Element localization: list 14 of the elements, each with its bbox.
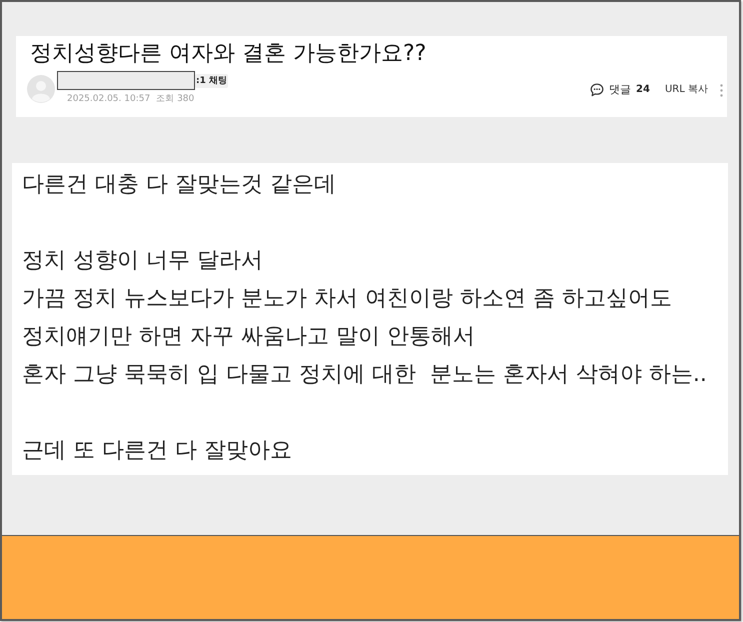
view-count: 조회 380 [156, 93, 194, 106]
comments-count: 24 [636, 83, 650, 97]
body-paragraph: 다른건 대충 다 잘맞는것 같은데 [22, 171, 336, 199]
avatar-icon [27, 75, 55, 103]
speech-bubble-icon [590, 83, 604, 97]
comments-button[interactable]: 댓글 24 [590, 83, 650, 97]
post-title: 정치성향다른 여자와 결혼 가능한가요?? [30, 40, 426, 67]
url-copy-button[interactable]: URL 복사 [664, 83, 708, 97]
body-paragraph: 정치 성향이 너무 달라서 가끔 정치 뉴스보다가 분노가 차서 여친이랑 하소연 좀 하고싶어도 정치얘기만 하면 자꾸 싸움나고 말이 안통해서 혼자 그냥 묵묵히 입 다물고 정치에 대한 분노는 혼자서 삭혀야 하는.. [22, 247, 707, 389]
chat-badge[interactable]: :1 채팅 [195, 74, 228, 88]
comments-label: 댓글 [609, 83, 632, 97]
body-paragraph: 근데 또 다른건 다 잘맞아요 [22, 437, 292, 465]
post-date: 2025.02.05. 10:57 [67, 93, 150, 106]
more-options-icon[interactable] [720, 84, 723, 96]
